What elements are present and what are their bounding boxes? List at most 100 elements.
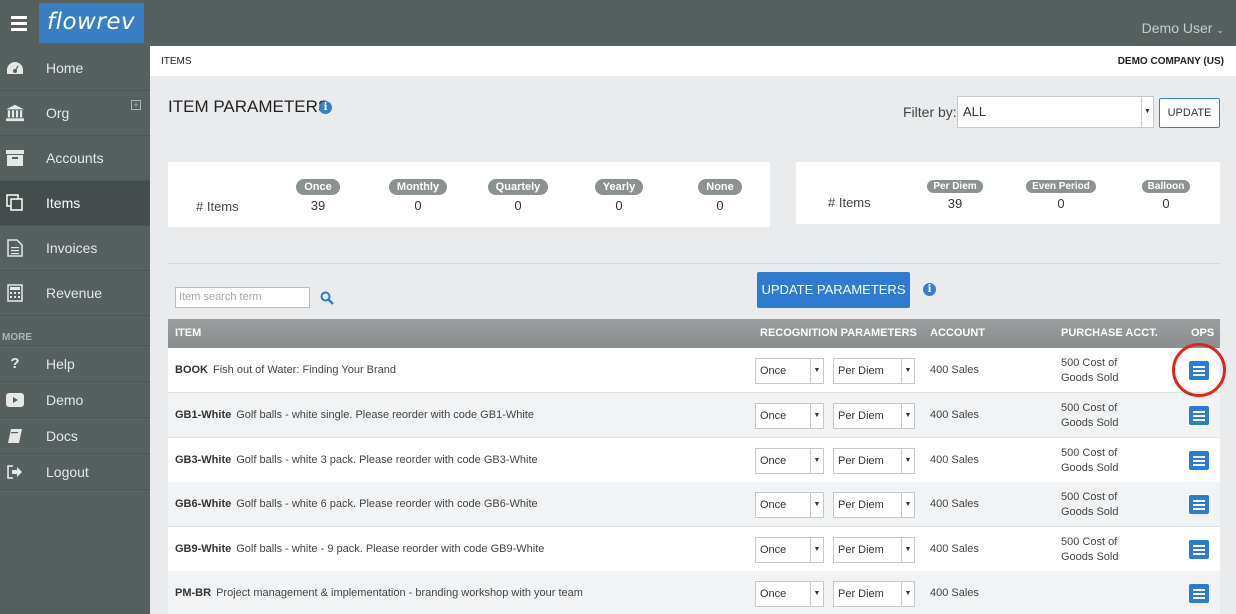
frequency-value: Once (760, 455, 787, 467)
caret-down-icon: ▼ (810, 493, 823, 517)
item-description: Golf balls - white 3 pack. Please reorde… (236, 454, 538, 466)
caret-down-icon: ▼ (901, 404, 914, 428)
purchase-account-cell: 500 Cost of Goods Sold (1061, 357, 1119, 384)
caret-down-icon: ▼ (1141, 97, 1153, 127)
account-cell: 400 Sales (930, 454, 979, 466)
list-icon[interactable] (1189, 451, 1209, 470)
item-code[interactable]: BOOK (175, 364, 208, 376)
hamburger-menu-icon[interactable] (0, 0, 38, 46)
method-select[interactable]: Per Diem ▼ (833, 358, 915, 384)
method-select[interactable]: Per Diem ▼ (833, 537, 915, 563)
search-icon[interactable] (320, 291, 334, 305)
stat-label: Balloon (1141, 180, 1191, 193)
sidebar: Home Org + Accounts Items Invoices Reven… (0, 46, 150, 614)
table-row: GB6-White Golf balls - white 6 pack. Plea… (168, 482, 1220, 527)
column-header-account[interactable]: ACCOUNT (930, 327, 985, 339)
stat-label: Yearly (594, 179, 644, 195)
caret-down-icon: ▼ (901, 493, 914, 517)
account-cell: 400 Sales (930, 543, 979, 555)
page-title: ITEM PARAMETERS (168, 97, 330, 116)
stat-even-period: Even Period 0 (1016, 178, 1106, 211)
item-code[interactable]: GB3-White (175, 454, 231, 466)
method-select[interactable]: Per Diem ▼ (833, 581, 915, 607)
sidebar-item-items[interactable]: Items (0, 181, 150, 226)
sidebar-item-label: Demo (46, 391, 84, 408)
frequency-value: Once (760, 365, 787, 377)
item-code[interactable]: GB9-White (175, 543, 231, 555)
frequency-stats-panel: # Items Once 39 Monthly 0 Quartely 0 Yea… (168, 162, 770, 227)
frequency-value: Once (760, 499, 787, 511)
frequency-select[interactable]: Once ▼ (755, 358, 824, 384)
list-icon[interactable] (1189, 361, 1209, 380)
logout-icon (6, 463, 24, 481)
stat-quartely: Quartely 0 (478, 179, 558, 213)
column-header-item[interactable]: ITEM (175, 327, 201, 339)
breadcrumb-bar: ITEMS DEMO COMPANY (US) (150, 46, 1236, 76)
list-icon[interactable] (1189, 406, 1209, 425)
info-icon[interactable]: i (923, 283, 936, 296)
stat-once: Once 39 (288, 179, 348, 213)
column-header-recognition[interactable]: RECOGNITION PARAMETERS (760, 327, 917, 339)
list-icon[interactable] (1189, 584, 1209, 603)
item-description: Golf balls - white single. Please reorde… (236, 409, 534, 421)
filter-label: Filter by: (903, 104, 957, 120)
table-row: GB3-White Golf balls - white 3 pack. Plea… (168, 438, 1220, 483)
book-icon (6, 427, 24, 445)
bank-icon (6, 104, 24, 122)
frequency-value: Once (760, 544, 787, 556)
item-cell: BOOK Fish out of Water: Finding Your Bran… (175, 364, 396, 376)
stat-label: Once (296, 179, 340, 195)
stats-row-label: # Items (828, 195, 871, 210)
document-icon (6, 239, 24, 257)
method-value: Per Diem (838, 365, 884, 377)
stat-value: 0 (615, 198, 623, 213)
app-logo[interactable]: flowrev (39, 3, 144, 43)
stats-row-label: # Items (196, 199, 239, 214)
item-code[interactable]: PM-BR (175, 587, 211, 599)
list-icon[interactable] (1189, 540, 1209, 559)
filter-select[interactable]: ALL ▼ (957, 96, 1154, 128)
method-select[interactable]: Per Diem ▼ (833, 492, 915, 518)
stat-per-diem: Per Diem 39 (915, 178, 995, 211)
frequency-select[interactable]: Once ▼ (755, 537, 824, 563)
company-name: DEMO COMPANY (US) (1117, 56, 1224, 67)
stat-value: 0 (716, 198, 724, 213)
item-code[interactable]: GB1-White (175, 409, 231, 421)
frequency-select[interactable]: Once ▼ (755, 448, 824, 474)
frequency-select[interactable]: Once ▼ (755, 492, 824, 518)
expand-plus-icon[interactable]: + (131, 100, 141, 110)
frequency-select[interactable]: Once ▼ (755, 403, 824, 429)
account-cell: 400 Sales (930, 587, 979, 599)
table-row: PM-BR Project management & implementation… (168, 571, 1220, 614)
sidebar-item-demo[interactable]: Demo (0, 382, 150, 418)
stat-label: None (698, 179, 742, 195)
sidebar-item-docs[interactable]: Docs (0, 418, 150, 454)
sidebar-item-org[interactable]: Org + (0, 91, 150, 136)
update-button[interactable]: UPDATE (1159, 98, 1220, 128)
stat-label: Monthly (388, 179, 448, 195)
breadcrumb[interactable]: ITEMS (161, 56, 192, 67)
sidebar-item-logout[interactable]: Logout (0, 454, 150, 490)
item-code[interactable]: GB6-White (175, 498, 231, 510)
column-header-purchase[interactable]: PURCHASE ACCT. (1061, 327, 1158, 339)
item-cell: GB9-White Golf balls - white - 9 pack. Pl… (175, 543, 544, 555)
caret-down-icon: ▼ (810, 449, 823, 473)
account-cell: 400 Sales (930, 364, 979, 376)
sidebar-item-home[interactable]: Home (0, 46, 150, 91)
sidebar-item-revenue[interactable]: Revenue (0, 271, 150, 316)
info-icon[interactable]: i (319, 101, 332, 114)
frequency-select[interactable]: Once ▼ (755, 581, 824, 607)
method-value: Per Diem (838, 588, 884, 600)
method-select[interactable]: Per Diem ▼ (833, 403, 915, 429)
top-bar: flowrev Demo User ⌄ (0, 0, 1236, 46)
sidebar-item-invoices[interactable]: Invoices (0, 226, 150, 271)
sidebar-item-help[interactable]: ? Help (0, 346, 150, 382)
sidebar-item-accounts[interactable]: Accounts (0, 136, 150, 181)
caret-down-icon: ▼ (810, 359, 823, 383)
search-input[interactable]: Item search term (175, 287, 310, 308)
list-icon[interactable] (1189, 495, 1209, 514)
update-parameters-button[interactable]: UPDATE PARAMETERS (757, 272, 910, 308)
stat-none: None 0 (685, 179, 755, 213)
method-select[interactable]: Per Diem ▼ (833, 448, 915, 474)
stat-value: 39 (310, 198, 326, 213)
